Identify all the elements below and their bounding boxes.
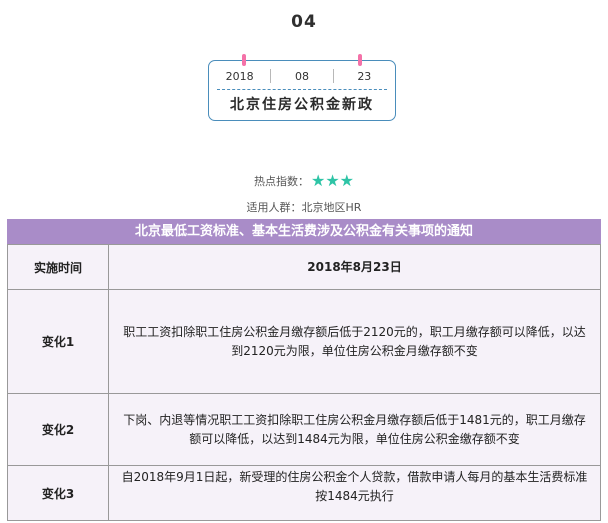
- calendar-pin-left-icon: [242, 54, 246, 66]
- calendar-month: 08: [294, 69, 309, 83]
- hot-index-stars-icon: ★★★: [310, 171, 355, 190]
- notice-table: 北京最低工资标准、基本生活费涉及公积金有关事项的通知 实施时间 2018年8月2…: [7, 219, 601, 523]
- notice-title: 北京最低工资标准、基本生活费涉及公积金有关事项的通知: [7, 219, 601, 244]
- notice-grid: 实施时间 2018年8月23日 变化1 职工工资扣除职工住房公积金月缴存额后低于…: [7, 244, 601, 521]
- row-label: 变化2: [7, 393, 109, 466]
- table-row: 实施时间 2018年8月23日: [7, 244, 601, 290]
- audience-text: 适用人群：北京地区HR: [246, 201, 362, 214]
- row-content: 职工工资扣除职工住房公积金月缴存额后低于2120元的，职工月缴存额可以降低，以达…: [108, 289, 601, 394]
- hot-index: 热点指数： ★★★: [0, 171, 608, 190]
- table-row: 变化2 下岗、内退等情况职工工资扣除职工住房公积金月缴存额后低于1481元的，职…: [7, 393, 601, 466]
- row-content: 自2018年9月1日起，新受理的住房公积金个人贷款，借款申请人每月的基本生活费标…: [108, 465, 601, 521]
- row-content: 2018年8月23日: [108, 244, 601, 290]
- table-row: 变化3 自2018年9月1日起，新受理的住房公积金个人贷款，借款申请人每月的基本…: [7, 465, 601, 521]
- calendar-date: 2018 08 23: [209, 66, 395, 86]
- row-label: 变化1: [7, 289, 109, 394]
- table-row: 变化1 职工工资扣除职工住房公积金月缴存额后低于2120元的，职工月缴存额可以降…: [7, 289, 601, 394]
- calendar-card: 2018 08 23 北京住房公积金新政: [208, 54, 396, 121]
- hot-index-label: 热点指数：: [253, 174, 309, 188]
- row-label: 变化3: [7, 465, 109, 521]
- calendar-year: 2018: [225, 69, 254, 83]
- row-label: 实施时间: [7, 244, 109, 290]
- issue-number: 04: [291, 12, 317, 32]
- row-content: 下岗、内退等情况职工工资扣除职工住房公积金月缴存额后低于1481元的，职工月缴存…: [108, 393, 601, 466]
- calendar-day: 23: [357, 69, 372, 83]
- calendar-title: 北京住房公积金新政: [230, 97, 374, 113]
- calendar-dashed-line: [217, 89, 387, 90]
- calendar-pin-right-icon: [358, 54, 362, 66]
